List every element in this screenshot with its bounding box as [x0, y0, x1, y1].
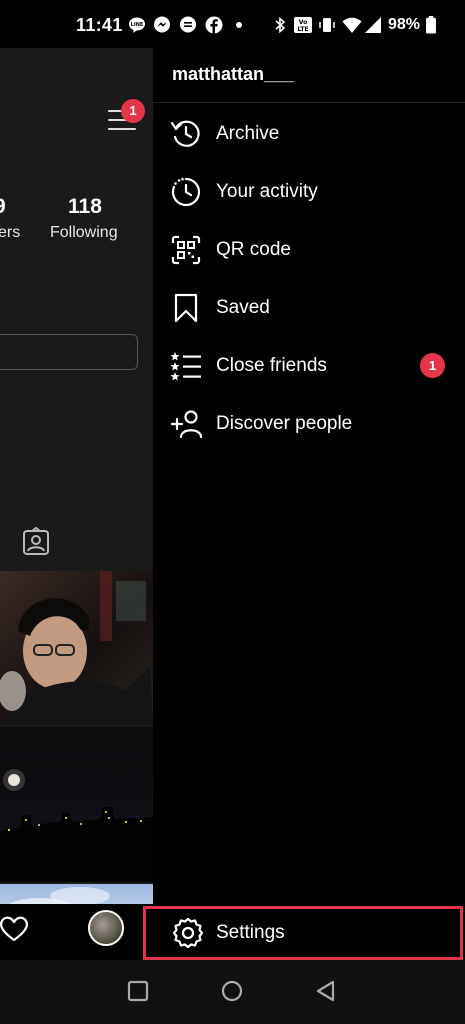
menu-item-label: Close friends — [216, 355, 327, 376]
svg-text:Vo: Vo — [299, 19, 307, 26]
recents-icon[interactable] — [125, 978, 151, 1004]
menu-item-qr-code[interactable]: QR code — [153, 220, 465, 278]
person-photo — [0, 571, 153, 725]
sky-photo — [8, 887, 110, 904]
night-city-photo — [0, 769, 153, 882]
drawer-username[interactable]: matthattan___ — [172, 64, 294, 85]
vibrate-icon — [319, 18, 335, 32]
settings-button[interactable]: Settings — [143, 906, 463, 960]
status-bar: 11:41 LINE Vo LTE 98% — [0, 0, 465, 48]
wifi-icon — [342, 17, 362, 33]
status-time: 11:41 — [76, 15, 123, 35]
followers-count: 9 — [0, 195, 6, 219]
android-nav-bar — [0, 960, 465, 1024]
line-icon: LINE — [129, 17, 145, 33]
close-friends-icon — [170, 352, 201, 381]
svg-text:LTE: LTE — [297, 26, 308, 33]
menu-line — [108, 128, 136, 130]
back-icon[interactable] — [313, 978, 339, 1004]
menu-item-your-activity[interactable]: Your activity — [153, 162, 465, 220]
menu-item-label: Saved — [216, 297, 270, 318]
home-icon[interactable] — [219, 978, 245, 1004]
signal-icon — [365, 17, 381, 33]
settings-label: Settings — [216, 922, 285, 943]
battery-icon — [426, 16, 436, 34]
bottom-bar: Settings — [0, 904, 465, 960]
battery-percentage: 98% — [388, 16, 421, 33]
close-friends-badge: 1 — [420, 353, 445, 378]
messenger-icon — [154, 16, 170, 33]
menu-notification-badge: 1 — [121, 99, 145, 123]
gear-icon — [172, 917, 204, 949]
qr-code-icon — [171, 235, 201, 265]
menu-item-label: Discover people — [216, 413, 353, 434]
bookmark-icon — [174, 293, 198, 323]
menu-item-label: QR code — [216, 239, 291, 260]
divider — [153, 102, 465, 103]
post-thumbnail[interactable] — [0, 571, 153, 725]
side-drawer: matthattan___ Archive Your activity QR c… — [153, 48, 465, 904]
activity-icon — [171, 177, 201, 207]
add-person-icon — [170, 410, 202, 439]
menu-item-label: Your activity — [216, 181, 318, 202]
followers-label: ers — [0, 224, 21, 241]
profile-panel[interactable]: 1 9 ers 118 Following — [0, 48, 153, 904]
svg-text:LINE: LINE — [131, 22, 144, 28]
facebook-icon — [205, 16, 223, 34]
chat-icon — [180, 16, 196, 33]
edit-profile-button[interactable] — [0, 334, 138, 370]
bluetooth-icon — [275, 16, 286, 34]
menu-item-saved[interactable]: Saved — [153, 278, 465, 336]
following-count[interactable]: 118 — [68, 195, 102, 219]
menu-item-archive[interactable]: Archive — [153, 104, 465, 162]
post-thumbnail[interactable] — [0, 727, 153, 882]
post-thumbnail[interactable] — [0, 884, 153, 904]
following-label[interactable]: Following — [50, 224, 118, 242]
archive-icon — [170, 120, 200, 147]
menu-item-close-friends[interactable]: Close friends 1 — [153, 336, 465, 394]
volte-icon: VoLTE — [294, 17, 312, 33]
tagged-icon[interactable] — [21, 527, 51, 557]
menu-item-discover-people[interactable]: Discover people — [153, 394, 465, 452]
menu-item-label: Archive — [216, 123, 280, 144]
profile-avatar[interactable] — [88, 910, 124, 946]
heart-icon[interactable] — [0, 916, 28, 942]
dot-icon — [236, 22, 242, 28]
